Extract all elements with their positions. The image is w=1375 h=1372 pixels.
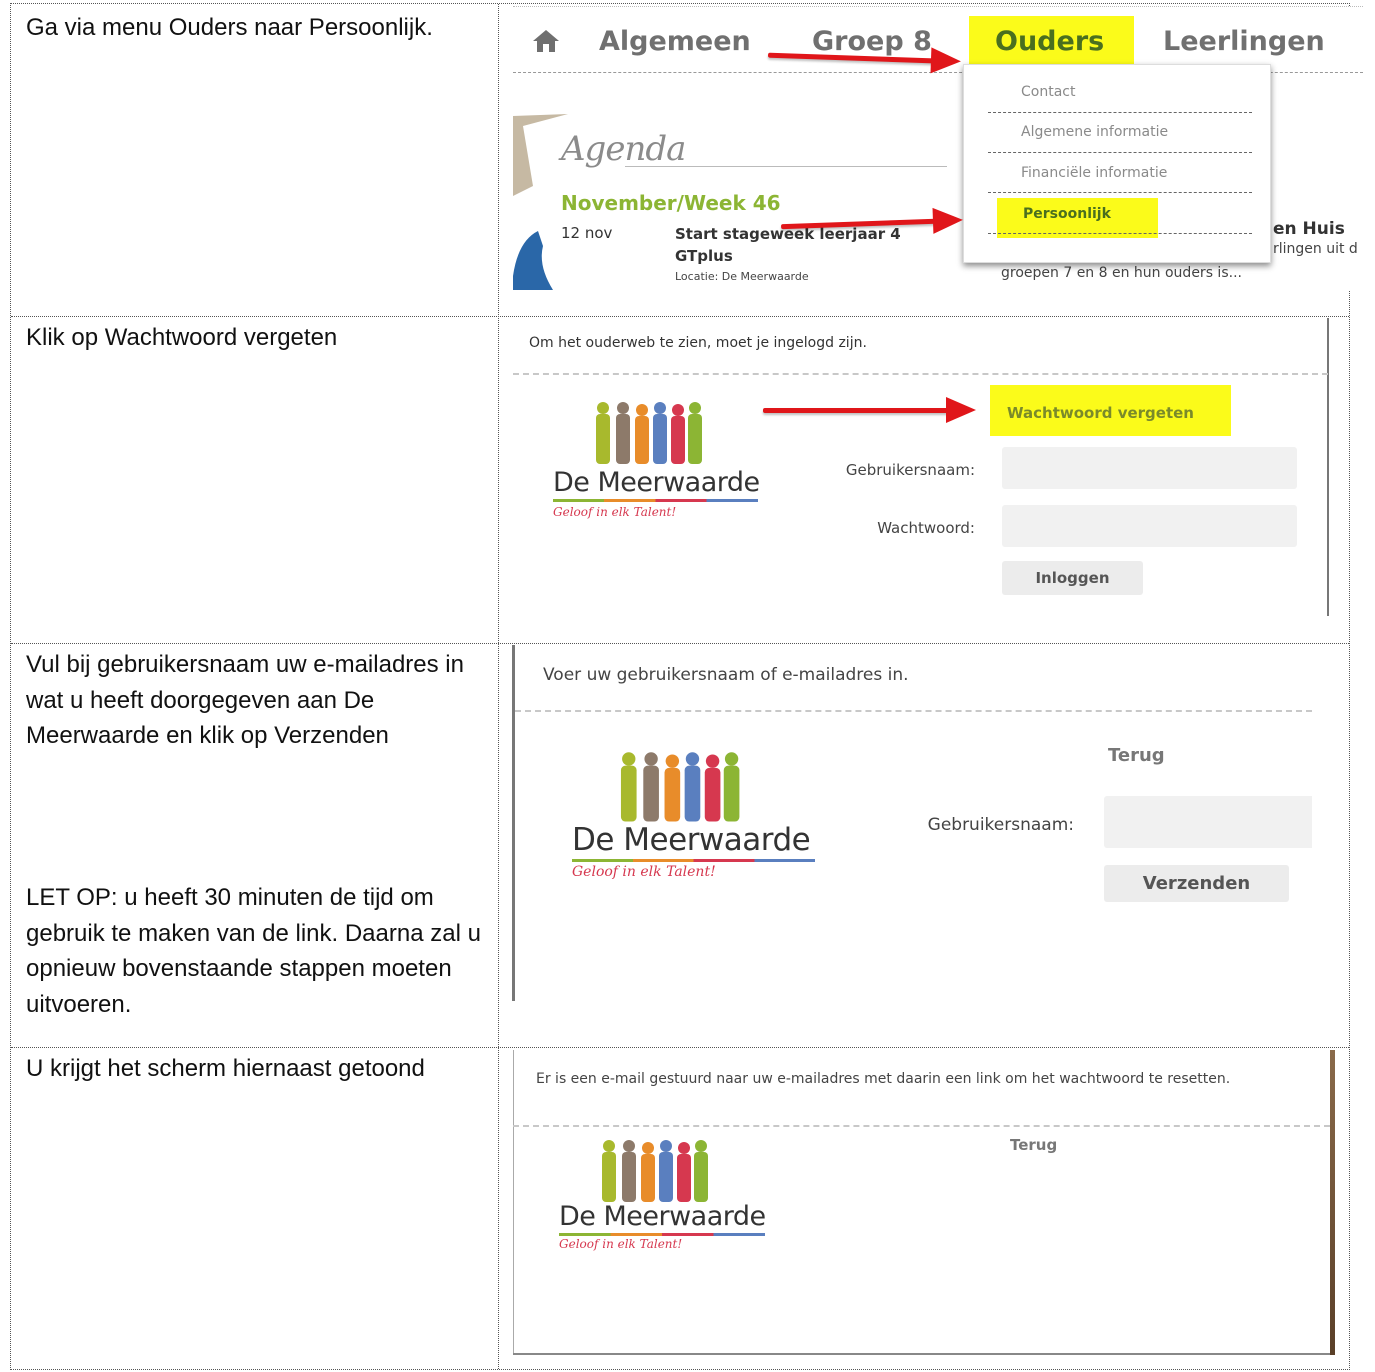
row-divider (11, 1047, 1349, 1048)
side-event-title: en Huis (1273, 219, 1345, 239)
screenshot-forgot-form: Voer uw gebruikersnaam of e-mailadres in… (512, 645, 1312, 1001)
red-arrow (767, 47, 962, 75)
logo-name: De Meerwaarde (572, 822, 811, 858)
screenshot-menu: Algemeen Groep 8 Ouders Leerlingen Agend… (513, 6, 1363, 290)
username-label: Gebruikersnaam: (927, 815, 1074, 835)
side-event-text: rlingen uit d (1273, 241, 1358, 257)
username-input[interactable] (1002, 447, 1297, 489)
agenda-title: Agenda (561, 129, 686, 169)
decorative-shape (513, 114, 568, 290)
ouders-dropdown: Contact Algemene informatie Financiële i… (963, 64, 1271, 263)
event-location: Locatie: De Meerwaarde (675, 270, 809, 283)
password-input[interactable] (1002, 505, 1297, 547)
confirmation-message: Er is een e-mail gestuurd naar uw e-mail… (536, 1071, 1231, 1087)
step-1-instruction: Ga via menu Ouders naar Persoonlijk. (26, 14, 433, 41)
back-link[interactable]: Terug (1108, 745, 1165, 766)
logo-name: De Meerwaarde (559, 1201, 766, 1232)
step-3-instruction: Vul bij gebruikersnaam uw e-mailadres in… (26, 651, 464, 749)
nav-ouders[interactable]: Ouders (995, 26, 1104, 57)
forgot-intro: Voer uw gebruikersnaam of e-mailadres in… (543, 665, 909, 685)
row-divider (11, 316, 1349, 317)
event-date: 12 nov (561, 224, 613, 242)
username-label: Gebruikersnaam: (845, 461, 975, 479)
screenshot-login: Om het ouderweb te zien, moet je ingelog… (513, 318, 1331, 616)
login-intro: Om het ouderweb te zien, moet je ingelog… (529, 335, 867, 351)
column-divider (498, 4, 499, 1369)
row-divider (11, 643, 1349, 644)
dropdown-financiele-informatie[interactable]: Financiële informatie (1021, 165, 1167, 181)
dropdown-persoonlijk[interactable]: Persoonlijk (1023, 206, 1111, 222)
login-button[interactable]: Inloggen (1002, 561, 1143, 595)
logo-name: De Meerwaarde (553, 467, 760, 498)
username-input[interactable] (1104, 796, 1312, 848)
nav-algemeen[interactable]: Algemeen (599, 26, 751, 57)
send-button[interactable]: Verzenden (1104, 865, 1289, 902)
dropdown-algemene-informatie[interactable]: Algemene informatie (1021, 124, 1168, 140)
side-event-text2: groepen 7 en 8 en hun ouders is... (1001, 265, 1242, 281)
screenshot-confirmation: Er is een e-mail gestuurd naar uw e-mail… (513, 1050, 1335, 1355)
logo-tagline: Geloof in elk Talent! (559, 1237, 683, 1251)
home-icon[interactable] (531, 28, 561, 54)
logo-tagline: Geloof in elk Talent! (553, 505, 677, 519)
week-heading: November/Week 46 (561, 191, 781, 215)
dropdown-contact[interactable]: Contact (1021, 84, 1075, 100)
step-2-instruction: Klik op Wachtwoord vergeten (26, 324, 338, 351)
logo-figures (620, 752, 740, 822)
back-link[interactable]: Terug (1010, 1136, 1057, 1154)
logo-figures (596, 402, 702, 464)
step-4-instruction: U krijgt het scherm hiernaast getoond (26, 1055, 425, 1082)
red-arrow (763, 397, 976, 423)
logo-tagline: Geloof in elk Talent! (572, 864, 716, 880)
forgot-password-link[interactable]: Wachtwoord vergeten (1007, 404, 1194, 422)
password-label: Wachtwoord: (877, 519, 975, 537)
logo-figures (602, 1140, 708, 1202)
step-3-note: LET OP: u heeft 30 minuten de tijd om ge… (26, 884, 481, 1018)
nav-leerlingen[interactable]: Leerlingen (1163, 26, 1325, 57)
